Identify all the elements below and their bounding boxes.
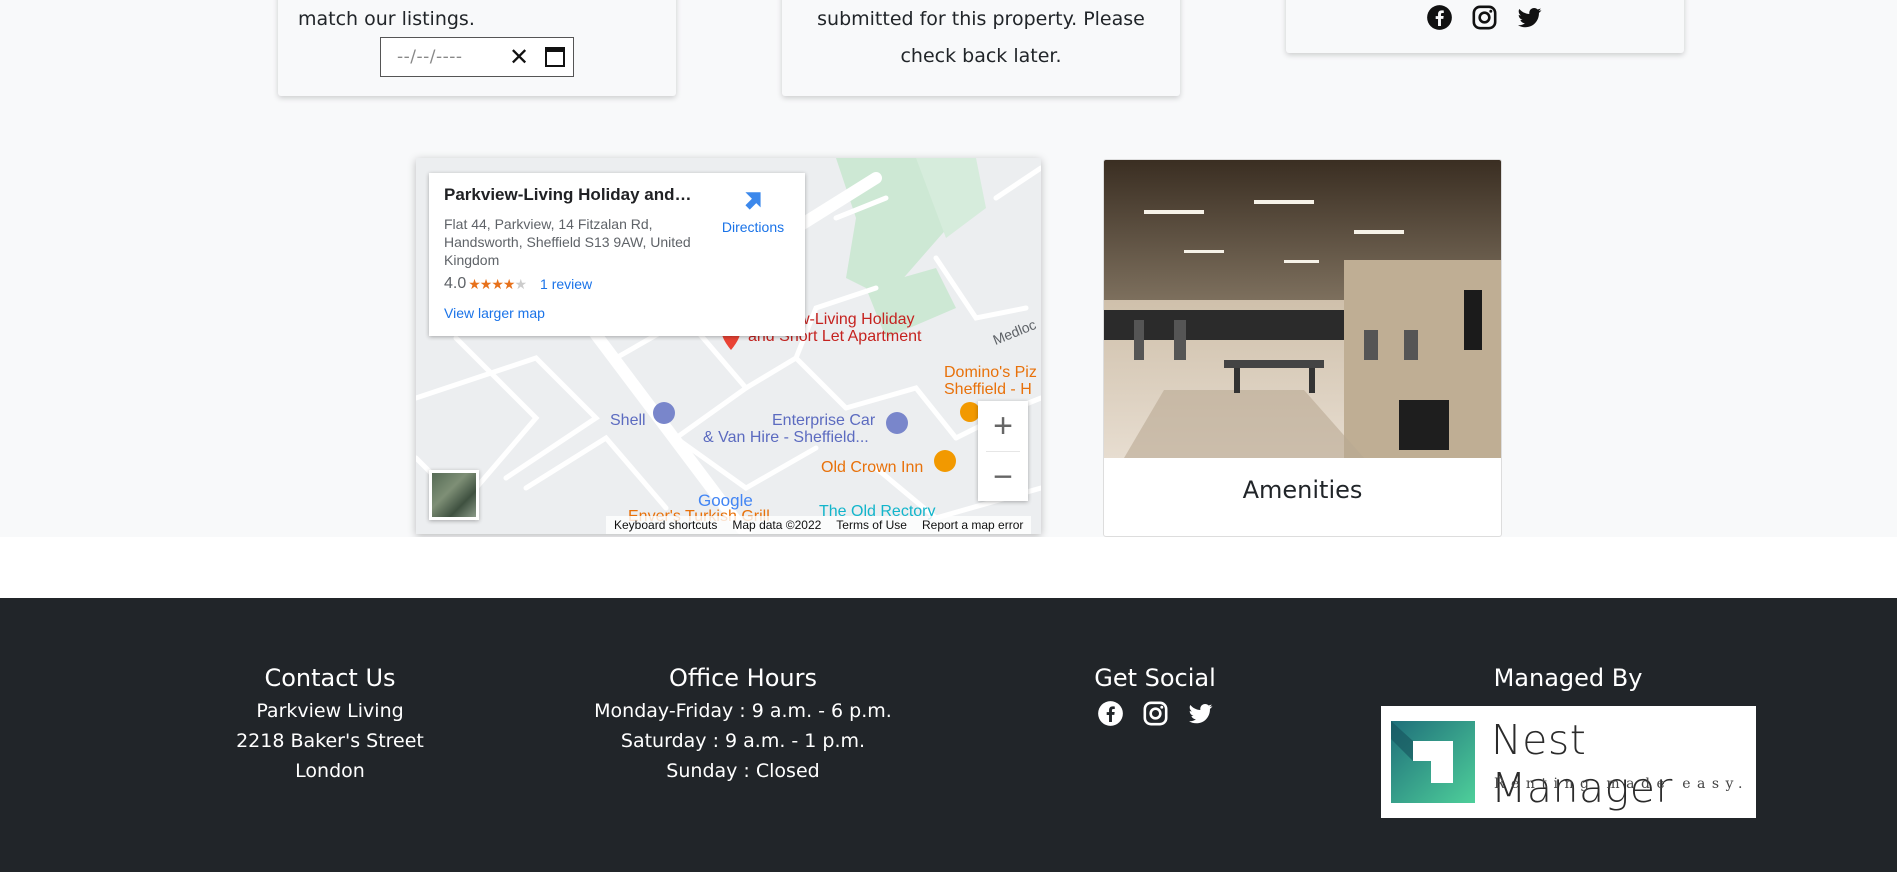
car-rental-poi-icon xyxy=(886,412,908,434)
hours-heading: Office Hours xyxy=(669,664,817,692)
twitter-icon[interactable] xyxy=(1187,700,1214,727)
social-heading: Get Social xyxy=(1094,664,1216,692)
availability-date-input[interactable]: --/--/---- ✕ xyxy=(380,37,574,77)
twitter-icon[interactable] xyxy=(1516,4,1543,31)
hours-saturday: Saturday : 9 a.m. - 1 p.m. xyxy=(620,730,866,752)
contact-city: London xyxy=(295,760,365,782)
footer-social: Get Social xyxy=(1055,598,1255,727)
share-social-links xyxy=(1426,4,1543,31)
date-clear-icon[interactable]: ✕ xyxy=(509,43,529,71)
nest-manager-logo[interactable]: Nest Manager Renting made easy. xyxy=(1381,706,1756,818)
place-address: Flat 44, Parkview, 14 Fitzalan Rd, Hands… xyxy=(444,216,691,268)
amenities-title: Amenities xyxy=(1242,476,1363,504)
fuel-poi-icon xyxy=(653,402,675,424)
footer-hours: Office Hours Monday-Friday : 9 a.m. - 6 … xyxy=(543,598,943,786)
view-larger-map-link[interactable]: View larger map xyxy=(444,305,790,321)
contact-street: 2218 Baker's Street xyxy=(236,730,424,752)
calendar-icon[interactable] xyxy=(545,47,566,67)
amenities-gym-image xyxy=(1104,160,1501,458)
map-label-enterprise-line1: Enterprise Car xyxy=(772,412,876,429)
share-card xyxy=(1286,0,1684,53)
map-label-enterprise-line2: & Van Hire - Sheffield... xyxy=(703,429,869,446)
terms-link[interactable]: Terms of Use xyxy=(836,518,907,532)
logo-tagline: Renting made easy. xyxy=(1494,776,1750,792)
map-label-pin-line1: w-Living Holiday xyxy=(798,311,915,328)
report-error-link[interactable]: Report a map error xyxy=(922,518,1023,532)
restaurant-poi-icon xyxy=(960,402,980,422)
instagram-icon[interactable] xyxy=(1471,4,1498,31)
map-label-shell: Shell xyxy=(610,412,646,429)
facebook-icon[interactable] xyxy=(1426,4,1453,31)
rating-stars: ★★★★★ xyxy=(468,275,527,292)
reviews-card: submitted for this property. Please chec… xyxy=(782,0,1180,96)
footer-contact: Contact Us Parkview Living 2218 Baker's … xyxy=(180,598,480,786)
hours-sunday: Sunday : Closed xyxy=(666,760,820,782)
amenities-card[interactable]: Amenities xyxy=(1103,159,1502,537)
availability-card: match our listings. --/--/---- ✕ xyxy=(278,0,676,96)
map-attribution-bar: Keyboard shortcuts Map data ©2022 Terms … xyxy=(606,516,1032,534)
map-label-dominos-line2: Sheffield - H xyxy=(944,381,1032,398)
satellite-toggle[interactable] xyxy=(429,470,479,520)
reviews-text-line1: submitted for this property. Please xyxy=(817,8,1145,30)
footer-managed: Managed By xyxy=(1418,598,1718,692)
map-label-old-crown: Old Crown Inn xyxy=(821,459,924,476)
managed-heading: Managed By xyxy=(1493,664,1643,692)
directions-button[interactable]: Directions xyxy=(714,189,792,235)
place-rating: 4.0 ★★★★★ 1 review xyxy=(444,275,790,293)
rating-value: 4.0 xyxy=(444,275,467,292)
place-title: Parkview-Living Holiday and S... xyxy=(444,185,694,204)
date-placeholder: --/--/---- xyxy=(397,47,463,67)
section-spacer xyxy=(0,537,1897,598)
reviews-text-line2: check back later. xyxy=(900,45,1062,67)
footer-social-links xyxy=(1055,700,1255,727)
contact-heading: Contact Us xyxy=(264,664,396,692)
google-logo: Google xyxy=(698,491,753,510)
availability-text: match our listings. xyxy=(298,8,475,30)
place-info-card: Parkview-Living Holiday and S... Flat 44… xyxy=(429,173,805,336)
nest-manager-logo-mark xyxy=(1391,721,1475,803)
hours-weekdays: Monday-Friday : 9 a.m. - 6 p.m. xyxy=(594,700,892,722)
zoom-in-icon[interactable]: + xyxy=(978,401,1028,451)
logo-name: Nest Manager xyxy=(1491,716,1673,812)
directions-icon xyxy=(745,192,761,210)
pub-poi-icon xyxy=(934,450,956,472)
keyboard-shortcuts-link[interactable]: Keyboard shortcuts xyxy=(614,518,717,532)
zoom-controls: + − xyxy=(978,401,1028,501)
facebook-icon[interactable] xyxy=(1097,700,1124,727)
zoom-out-icon[interactable]: − xyxy=(978,452,1028,502)
directions-label: Directions xyxy=(721,219,785,235)
map-data-text: Map data ©2022 xyxy=(732,518,822,532)
contact-name: Parkview Living xyxy=(256,700,404,722)
map-label-dominos-line1: Domino's Piz xyxy=(944,364,1037,381)
instagram-icon[interactable] xyxy=(1142,700,1169,727)
site-footer: Contact Us Parkview Living 2218 Baker's … xyxy=(0,598,1897,872)
reviews-link[interactable]: 1 review xyxy=(540,276,592,292)
property-map[interactable]: w-Living Holiday and Short Let Apartment… xyxy=(416,158,1041,534)
